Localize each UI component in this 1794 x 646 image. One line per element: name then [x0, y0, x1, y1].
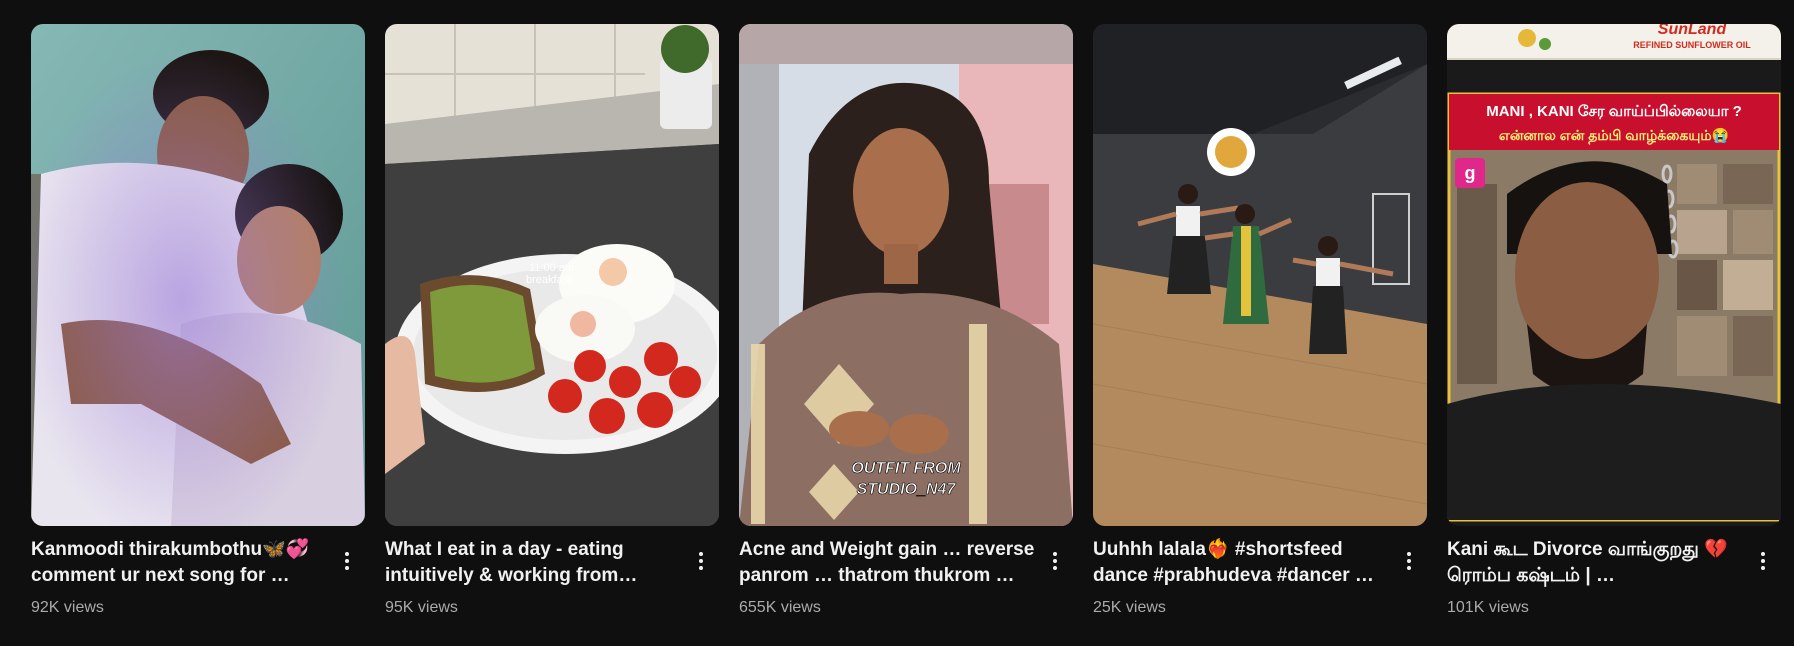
vertical-ellipsis-icon[interactable]	[1397, 543, 1421, 579]
short-title[interactable]: What I eat in a day - eating intuitively…	[385, 537, 681, 589]
thumbnail-image: OUTFIT FROM STUDIO_N47	[739, 24, 1073, 526]
vertical-ellipsis-icon[interactable]	[1043, 543, 1067, 579]
ad-tagline: REFINED SUNFLOWER OIL	[1633, 40, 1751, 50]
overlay-time: 11:00 am	[529, 262, 574, 274]
short-thumbnail[interactable]	[31, 24, 365, 526]
short-card[interactable]: Uuhhh lalala❤️‍🔥 #shortsfeed dance #prab…	[1093, 24, 1427, 617]
short-meta: Kani கூட Divorce வாங்குறது 💔 ரொம்ப கஷ்டம…	[1447, 537, 1781, 617]
view-count: 655K views	[739, 599, 821, 616]
overlay-caption-line2: STUDIO_N47	[857, 481, 957, 498]
svg-text:g: g	[1465, 163, 1476, 183]
thumbnail-image	[1093, 24, 1427, 526]
short-thumbnail[interactable]: SunLand REFINED SUNFLOWER OIL MANI , KAN…	[1447, 24, 1781, 526]
short-meta: Acne and Weight gain … reverse panrom … …	[739, 537, 1073, 617]
view-count: 95K views	[385, 599, 458, 616]
short-meta: What I eat in a day - eating intuitively…	[385, 537, 719, 617]
view-count: 92K views	[31, 599, 104, 616]
short-thumbnail[interactable]: OUTFIT FROM STUDIO_N47	[739, 24, 1073, 526]
thumbnail-image: 11:00 am breakfast	[385, 24, 719, 526]
short-meta: Uuhhh lalala❤️‍🔥 #shortsfeed dance #prab…	[1093, 537, 1427, 617]
overlay-caption-line1: OUTFIT FROM	[851, 460, 961, 477]
short-card[interactable]: SunLand REFINED SUNFLOWER OIL MANI , KAN…	[1447, 24, 1781, 617]
ad-brand: SunLand	[1658, 24, 1728, 38]
vertical-ellipsis-icon[interactable]	[1751, 543, 1775, 579]
thumbnail-image: SunLand REFINED SUNFLOWER OIL MANI , KAN…	[1447, 24, 1781, 526]
banner-line1: MANI , KANI சேர வாய்ப்பில்லையா ?	[1486, 103, 1742, 120]
overlay-label: breakfast	[526, 274, 571, 286]
view-count: 101K views	[1447, 599, 1529, 616]
short-thumbnail[interactable]: 11:00 am breakfast	[385, 24, 719, 526]
short-card[interactable]: OUTFIT FROM STUDIO_N47 Acne and Weight g…	[739, 24, 1073, 617]
view-count: 25K views	[1093, 599, 1166, 616]
banner-line2: என்னால என் தம்பி வாழ்க்கையும்😭	[1499, 127, 1729, 145]
shorts-shelf: Kanmoodi thirakumbothu🦋💞 comment ur next…	[31, 24, 1781, 617]
vertical-ellipsis-icon[interactable]	[335, 543, 359, 579]
short-title[interactable]: Acne and Weight gain … reverse panrom … …	[739, 537, 1035, 589]
vertical-ellipsis-icon[interactable]	[689, 543, 713, 579]
short-title[interactable]: Kanmoodi thirakumbothu🦋💞 comment ur next…	[31, 537, 327, 589]
short-title[interactable]: Uuhhh lalala❤️‍🔥 #shortsfeed dance #prab…	[1093, 537, 1389, 589]
short-card[interactable]: Kanmoodi thirakumbothu🦋💞 comment ur next…	[31, 24, 365, 617]
thumbnail-image	[31, 24, 365, 526]
short-thumbnail[interactable]	[1093, 24, 1427, 526]
short-title[interactable]: Kani கூட Divorce வாங்குறது 💔 ரொம்ப கஷ்டம…	[1447, 537, 1743, 589]
short-card[interactable]: 11:00 am breakfast What I eat in a day -…	[385, 24, 719, 617]
short-meta: Kanmoodi thirakumbothu🦋💞 comment ur next…	[31, 537, 365, 617]
